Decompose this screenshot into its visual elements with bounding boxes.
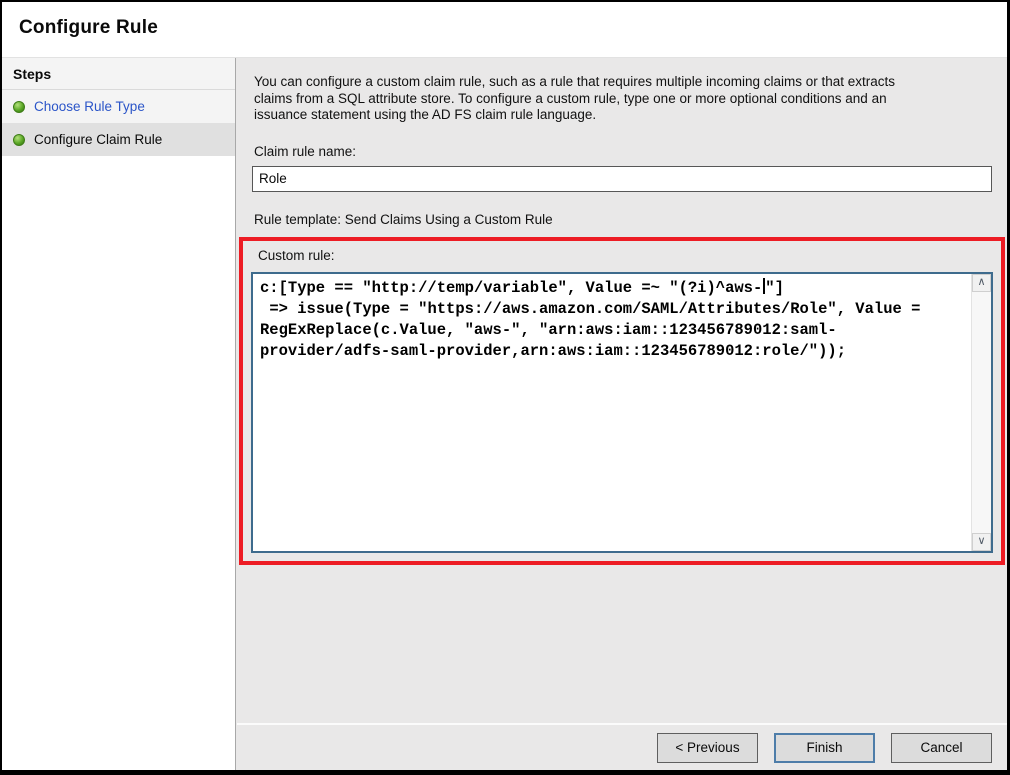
custom-rule-textarea[interactable]: c:[Type == "http://temp/variable", Value… xyxy=(251,272,993,553)
previous-button[interactable]: < Previous xyxy=(657,733,758,763)
step-complete-icon xyxy=(13,134,25,146)
sidebar-item-label: Choose Rule Type xyxy=(34,99,145,114)
content-area: Steps Choose Rule Type Configure Claim R… xyxy=(2,57,1007,770)
rule-template-text: Rule template: Send Claims Using a Custo… xyxy=(254,212,1010,227)
claim-rule-name-label: Claim rule name: xyxy=(254,144,1010,159)
title-bar: Configure Rule xyxy=(2,2,1007,55)
finish-button[interactable]: Finish xyxy=(774,733,875,763)
sidebar-item-label: Configure Claim Rule xyxy=(34,132,162,147)
red-annotation-highlight: Custom rule: c:[Type == "http://temp/var… xyxy=(239,237,1005,565)
step-complete-icon xyxy=(13,101,25,113)
description-line: You can configure a custom claim rule, s… xyxy=(254,74,1010,91)
code-before-caret: c:[Type == "http://temp/variable", Value… xyxy=(260,279,762,297)
main-panel: You can configure a custom claim rule, s… xyxy=(236,58,1010,770)
sidebar-item-configure-claim-rule[interactable]: Configure Claim Rule xyxy=(2,123,235,156)
description-line: claims from a SQL attribute store. To co… xyxy=(254,91,1010,108)
configure-rule-dialog: Configure Rule Steps Choose Rule Type Co… xyxy=(0,0,1010,775)
description-text: You can configure a custom claim rule, s… xyxy=(254,74,1010,124)
scroll-down-icon[interactable]: ∨ xyxy=(972,533,991,551)
steps-sidebar: Steps Choose Rule Type Configure Claim R… xyxy=(2,58,236,770)
cancel-button[interactable]: Cancel xyxy=(891,733,992,763)
steps-header: Steps xyxy=(2,58,235,90)
sidebar-item-choose-rule-type[interactable]: Choose Rule Type xyxy=(2,90,235,123)
claim-rule-name-input[interactable] xyxy=(252,166,992,192)
description-line: issuance statement using the AD FS claim… xyxy=(254,107,1010,124)
custom-rule-code[interactable]: c:[Type == "http://temp/variable", Value… xyxy=(253,274,971,551)
page-title: Configure Rule xyxy=(19,17,1007,39)
button-bar: < Previous Finish Cancel xyxy=(237,723,1007,770)
custom-rule-label: Custom rule: xyxy=(258,248,993,263)
vertical-scrollbar[interactable]: ∧ ∨ xyxy=(971,274,991,551)
scroll-up-icon[interactable]: ∧ xyxy=(972,274,991,292)
steps-list: Steps Choose Rule Type Configure Claim R… xyxy=(2,58,235,156)
